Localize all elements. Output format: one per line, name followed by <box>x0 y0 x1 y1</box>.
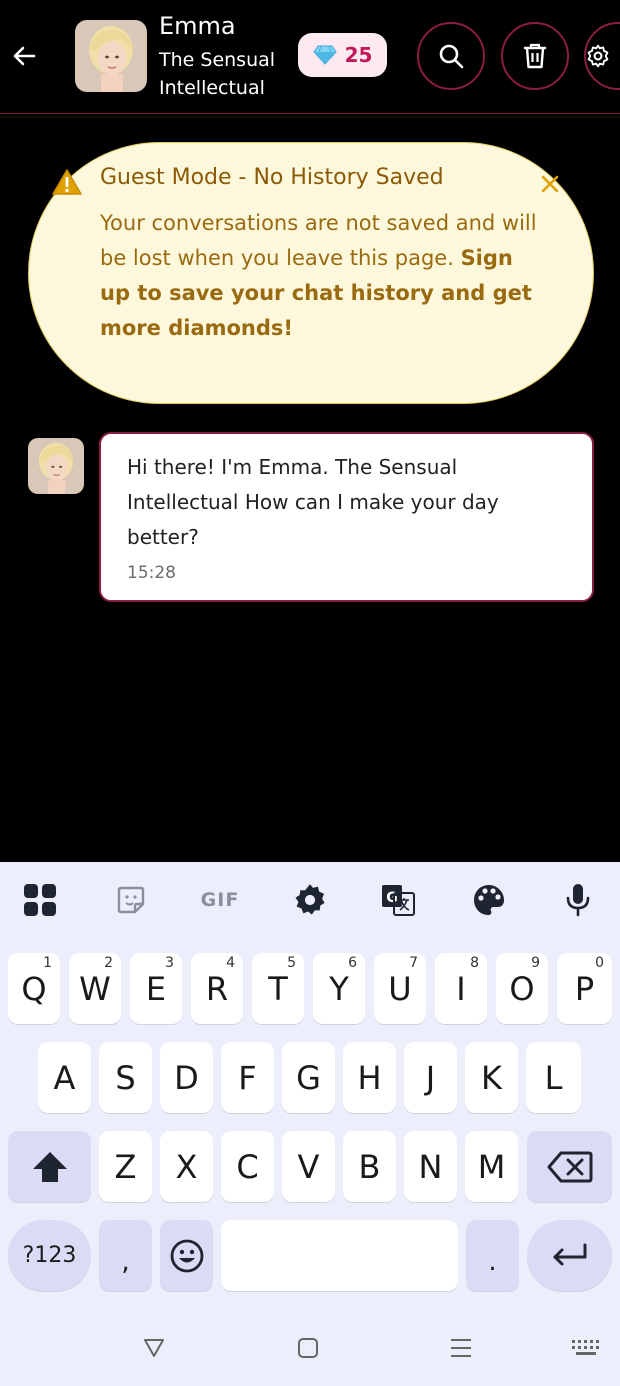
delete-chat-button[interactable] <box>501 22 569 90</box>
key-z[interactable]: Z <box>99 1131 152 1202</box>
recents-icon <box>451 1339 471 1357</box>
key-w[interactable]: W2 <box>69 953 121 1024</box>
period-key[interactable]: . <box>466 1220 519 1291</box>
shift-icon <box>32 1151 67 1182</box>
symbols-key[interactable]: ?123 <box>8 1220 91 1291</box>
key-g[interactable]: G <box>282 1042 335 1113</box>
key-t[interactable]: T5 <box>252 953 304 1024</box>
apps-grid-icon <box>24 884 56 916</box>
voice-input-button[interactable] <box>558 880 598 920</box>
emoji-icon <box>170 1239 203 1272</box>
emoji-key[interactable] <box>160 1220 213 1291</box>
triangle-back-icon <box>144 1339 164 1357</box>
keyboard-icon <box>572 1340 599 1355</box>
avatar-image <box>28 438 84 494</box>
key-x[interactable]: X <box>160 1131 213 1202</box>
settings-icon <box>295 884 325 915</box>
comma-key[interactable]: , <box>99 1220 152 1291</box>
microphone-icon <box>566 884 590 917</box>
apps-grid-button[interactable] <box>20 880 60 920</box>
enter-icon <box>553 1243 586 1265</box>
banner-close-button[interactable] <box>538 172 562 200</box>
trash-icon <box>523 43 547 69</box>
key-m[interactable]: M <box>465 1131 518 1202</box>
search-icon <box>439 44 464 69</box>
key-l[interactable]: L <box>526 1042 581 1113</box>
key-u[interactable]: U7 <box>374 953 426 1024</box>
back-button[interactable] <box>8 40 40 72</box>
banner-title: Guest Mode - No History Saved <box>100 165 444 190</box>
banner-body: Your conversations are not saved and wil… <box>100 206 540 346</box>
gif-button[interactable]: GIF <box>199 880 241 920</box>
key-e[interactable]: E3 <box>130 953 182 1024</box>
diamond-count: 25 <box>344 43 373 67</box>
key-r[interactable]: R4 <box>191 953 243 1024</box>
key-f[interactable]: F <box>221 1042 274 1113</box>
keyboard-settings-button[interactable] <box>290 880 330 920</box>
settings-button[interactable] <box>584 22 620 90</box>
shift-key[interactable] <box>8 1131 91 1202</box>
sticker-button[interactable] <box>111 880 151 920</box>
key-v[interactable]: V <box>282 1131 335 1202</box>
key-c[interactable]: C <box>221 1131 274 1202</box>
key-s[interactable]: S <box>99 1042 152 1113</box>
key-q[interactable]: Q1 <box>8 953 60 1024</box>
translate-button[interactable]: G <box>378 880 418 920</box>
key-d[interactable]: D <box>160 1042 213 1113</box>
message-avatar <box>28 438 84 494</box>
key-o[interactable]: O9 <box>496 953 548 1024</box>
space-key[interactable] <box>221 1220 458 1291</box>
search-button[interactable] <box>417 22 485 90</box>
avatar-image <box>75 20 147 92</box>
chat-header: Emma The Sensual Intellectual 25 <box>0 0 620 114</box>
nav-home-button[interactable] <box>288 1330 328 1366</box>
key-p[interactable]: P0 <box>557 953 612 1024</box>
message-text: Hi there! I'm Emma. The Sensual Intellec… <box>127 455 499 549</box>
square-home-icon <box>298 1338 318 1358</box>
enter-key[interactable] <box>527 1220 612 1291</box>
backspace-key[interactable] <box>527 1131 612 1202</box>
avatar[interactable] <box>75 20 147 92</box>
back-arrow-icon <box>13 46 36 66</box>
key-y[interactable]: Y6 <box>313 953 365 1024</box>
theme-button[interactable] <box>469 880 509 920</box>
nav-back-button[interactable] <box>134 1330 174 1366</box>
gif-label: GIF <box>200 889 240 911</box>
key-i[interactable]: I8 <box>435 953 487 1024</box>
palette-icon <box>474 885 504 915</box>
translate-icon: G <box>382 885 415 916</box>
diamond-balance[interactable]: 25 <box>298 33 387 77</box>
key-n[interactable]: N <box>404 1131 457 1202</box>
key-h[interactable]: H <box>343 1042 396 1113</box>
close-icon <box>541 175 559 193</box>
key-j[interactable]: J <box>404 1042 457 1113</box>
nav-recents-button[interactable] <box>441 1330 481 1366</box>
character-name: Emma <box>159 12 236 40</box>
nav-keyboard-switch-button[interactable] <box>566 1330 606 1366</box>
diamond-icon <box>312 45 337 65</box>
backspace-icon <box>547 1151 592 1182</box>
key-a[interactable]: A <box>38 1042 91 1113</box>
message-bubble: Hi there! I'm Emma. The Sensual Intellec… <box>99 432 594 602</box>
character-subtitle: The Sensual Intellectual <box>159 49 276 99</box>
settings-icon <box>587 44 609 68</box>
key-b[interactable]: B <box>343 1131 396 1202</box>
chat-screen: Emma The Sensual Intellectual 25 Guest M… <box>0 0 620 1386</box>
key-k[interactable]: K <box>465 1042 518 1113</box>
message-time: 15:28 <box>127 563 176 583</box>
warning-icon <box>51 168 83 200</box>
onscreen-keyboard <box>0 862 620 1386</box>
sticker-icon <box>117 886 145 914</box>
